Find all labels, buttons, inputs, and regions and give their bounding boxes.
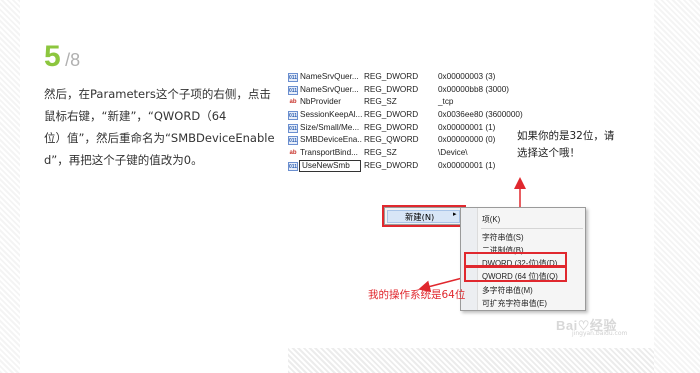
instruction-line: 鼠标右键，“新建”，“QWORD（64 — [44, 109, 227, 123]
decorative-bottom-pattern — [288, 348, 654, 373]
registry-value-data: 0x00000001 (1) — [438, 160, 496, 170]
baidu-watermark-url: jingyan.baidu.com — [572, 330, 628, 337]
binary-value-icon: 011 — [288, 161, 298, 171]
binary-value-icon: 011 — [288, 111, 298, 121]
registry-row[interactable]: ab NbProvider REG_SZ _tcp — [288, 97, 518, 110]
step-counter: 5 /8 — [44, 40, 80, 74]
note-32bit: 如果你的是32位，请 选择这个哦！ — [517, 128, 614, 162]
registry-value-data: 0x00000000 (0) — [438, 135, 496, 145]
registry-row[interactable]: 011 SMBDeviceEna... REG_QWORD 0x00000000… — [288, 135, 518, 148]
registry-value-type: REG_DWORD — [364, 122, 419, 132]
registry-value-type: REG_DWORD — [364, 110, 419, 120]
menu-item-multi-string[interactable]: 多字符串值(M) — [482, 285, 533, 296]
menu-separator — [481, 228, 583, 229]
registry-value-data: 0x00000bb8 (3000) — [438, 84, 510, 94]
note-64bit: 我的操作系统是64位 — [368, 289, 466, 301]
registry-value-list: 011 NameSrvQuer... REG_DWORD 0x00000003 … — [288, 72, 523, 174]
instruction-line: d”，再把这个子键的值改为0。 — [44, 153, 203, 167]
menu-item-key[interactable]: 项(K) — [482, 214, 500, 225]
decorative-left-pattern — [0, 0, 20, 373]
instruction-line: 然后，在Parameters这个子项的右侧，点击 — [44, 87, 271, 101]
binary-value-icon: 011 — [288, 85, 298, 95]
highlight-box-qword — [464, 266, 567, 282]
registry-value-name: NbProvider — [300, 97, 341, 107]
registry-value-type: REG_DWORD — [364, 72, 419, 81]
step-instructions: 然后，在Parameters这个子项的右侧，点击 鼠标右键，“新建”，“QWOR… — [44, 83, 275, 171]
step-total: /8 — [65, 50, 81, 70]
registry-value-data: 0x00000001 (1) — [438, 122, 496, 132]
binary-value-icon: 011 — [288, 136, 298, 146]
registry-value-type: REG_SZ — [364, 148, 397, 158]
highlight-box-new — [382, 205, 466, 227]
registry-row[interactable]: 011 SessionKeepAl... REG_DWORD 0x0036ee8… — [288, 110, 523, 123]
note-32bit-line: 选择这个哦！ — [517, 147, 580, 159]
string-value-icon: ab — [289, 99, 297, 106]
registry-value-name: Size/Small/Me... — [300, 122, 360, 132]
registry-value-name: SMBDeviceEna... — [300, 135, 362, 145]
registry-value-name: TransportBind... — [300, 148, 358, 158]
highlight-box-dword — [464, 252, 567, 267]
registry-value-name: NameSrvQuer... — [300, 72, 359, 81]
step-number: 5 — [44, 40, 61, 73]
registry-row[interactable]: 011 NameSrvQuer... REG_DWORD 0x00000bb8 … — [288, 85, 518, 98]
note-32bit-line: 如果你的是32位，请 — [517, 130, 615, 142]
registry-value-type: REG_QWORD — [364, 135, 419, 145]
registry-value-type: REG_SZ — [364, 97, 397, 107]
registry-value-data: _tcp — [438, 97, 454, 107]
registry-value-data: \Device\ — [438, 148, 468, 158]
registry-row-renaming[interactable]: 011 UseNewSmb REG_DWORD 0x00000001 (1) — [288, 159, 518, 174]
registry-value-type: REG_DWORD — [364, 84, 419, 94]
registry-value-data: 0x00000003 (3) — [438, 72, 496, 81]
registry-value-name: NameSrvQuer... — [300, 84, 359, 94]
decorative-right-pattern — [654, 0, 700, 373]
registry-row[interactable]: 011 Size/Small/Me... REG_DWORD 0x0000000… — [288, 123, 518, 136]
string-value-icon: ab — [289, 150, 297, 157]
instruction-line: 位）值”，然后重命名为“SMBDeviceEnable — [44, 131, 275, 145]
menu-item-expandable-string[interactable]: 可扩充字符串值(E) — [482, 298, 547, 309]
registry-value-name: SessionKeepAl... — [300, 110, 362, 120]
binary-value-icon: 011 — [288, 73, 298, 82]
menu-item-string[interactable]: 字符串值(S) — [482, 232, 524, 243]
registry-value-data: 0x0036ee80 (3600000) — [438, 110, 523, 120]
registry-value-type: REG_DWORD — [364, 160, 419, 170]
registry-value-name-input[interactable]: UseNewSmb — [299, 159, 361, 172]
binary-value-icon: 011 — [288, 123, 298, 133]
registry-row[interactable]: 011 NameSrvQuer... REG_DWORD 0x00000003 … — [288, 72, 518, 85]
